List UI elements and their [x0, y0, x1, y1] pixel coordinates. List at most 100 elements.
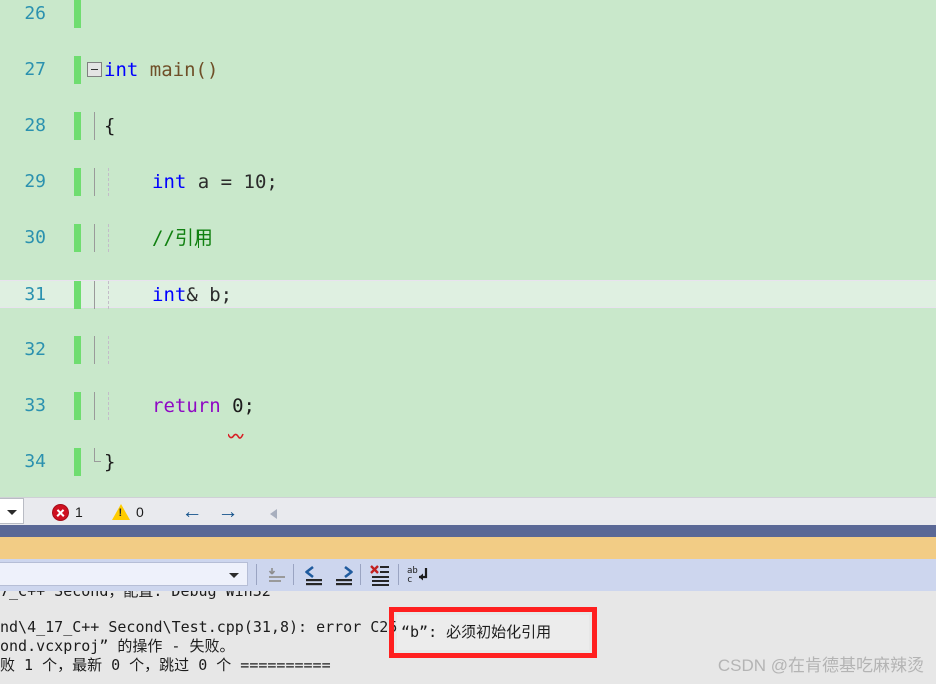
- warning-count-group[interactable]: 0: [112, 501, 144, 523]
- outline-column: [86, 112, 100, 140]
- change-indicator-bar: [74, 112, 81, 140]
- output-line: 7_C++ Second，配置: Debug Win32: [0, 591, 271, 600]
- line-number: 28: [24, 115, 46, 136]
- code-text: int main(): [104, 56, 218, 84]
- toolbar-separator: [398, 564, 399, 585]
- outline-column: [86, 448, 101, 476]
- next-error-button[interactable]: →: [212, 498, 244, 526]
- toolbar-separator: [293, 564, 294, 585]
- outline-column[interactable]: [86, 56, 102, 84]
- clear-all-icon: [370, 565, 389, 586]
- code-text: }: [104, 448, 115, 476]
- code-lines[interactable]: 26 27 int main() 28 { 29 int a = 10; 30 …: [0, 0, 936, 476]
- outline-column: [86, 281, 100, 309]
- change-indicator-bar: [74, 224, 81, 252]
- line-number: 32: [24, 339, 46, 360]
- output-source-dropdown[interactable]: [0, 562, 248, 586]
- svg-text:c: c: [407, 575, 412, 585]
- declaration-a: a = 10;: [186, 171, 278, 193]
- left-triangle-icon[interactable]: [270, 509, 277, 519]
- code-line-32[interactable]: 32: [0, 336, 936, 364]
- output-window-header-bar: [0, 537, 936, 559]
- chevron-down-icon: [7, 510, 17, 515]
- code-line-30[interactable]: 30 //引用: [0, 224, 936, 252]
- brace-close: }: [104, 451, 116, 473]
- code-line-29[interactable]: 29 int a = 10;: [0, 168, 936, 196]
- output-line: nd\4_17_C++ Second\Test.cpp(31,8): error…: [0, 618, 434, 636]
- line-number: 33: [24, 395, 46, 416]
- code-text: int a = 10;: [152, 168, 278, 196]
- toolbar-separator: [360, 564, 361, 585]
- reference-declaration-b: & b;: [186, 284, 233, 306]
- line-number: 34: [24, 451, 46, 472]
- outline-column: [86, 336, 100, 364]
- line-number: 29: [24, 171, 46, 192]
- indent-guide: [108, 392, 109, 420]
- panel-splitter[interactable]: [0, 525, 936, 537]
- outline-column: [86, 168, 100, 196]
- code-line-27[interactable]: 27 int main(): [0, 56, 936, 84]
- line-number: 30: [24, 227, 46, 248]
- change-indicator-bar: [74, 0, 81, 28]
- code-text: return 0;: [152, 392, 255, 420]
- error-highlight-rectangle: [389, 607, 597, 658]
- go-to-message-button[interactable]: [265, 563, 290, 587]
- error-filter-dropdown[interactable]: [0, 498, 24, 524]
- code-line-31[interactable]: 31 int& b;: [0, 280, 936, 439]
- collapse-minus-icon[interactable]: [87, 62, 102, 77]
- line-number: 26: [24, 3, 46, 24]
- code-text: //引用: [152, 224, 213, 252]
- code-line-26[interactable]: 26: [0, 0, 936, 28]
- keyword-return: return: [152, 395, 221, 417]
- outline-column: [86, 224, 100, 252]
- warning-triangle-icon: [112, 504, 130, 520]
- warning-count: 0: [136, 504, 144, 520]
- keyword-int: int: [104, 59, 139, 81]
- code-text: int& b;: [152, 281, 232, 309]
- arrow-right-lines-icon: [336, 565, 353, 586]
- code-editor[interactable]: 26 27 int main() 28 { 29 int a = 10; 30 …: [0, 0, 936, 497]
- change-indicator-bar: [74, 392, 81, 420]
- indent-guide: [108, 168, 109, 196]
- output-window-toolbar: ab c: [0, 559, 936, 591]
- error-list-status-strip: 1 0 ← →: [0, 497, 936, 525]
- code-text: {: [104, 112, 115, 140]
- error-count: 1: [75, 504, 83, 520]
- next-message-button[interactable]: [332, 563, 357, 587]
- change-indicator-bar: [74, 336, 81, 364]
- visual-studio-window: 26 27 int main() 28 { 29 int a = 10; 30 …: [0, 0, 936, 684]
- chevron-down-icon: [229, 573, 239, 578]
- outline-column: [86, 392, 100, 420]
- change-indicator-bar: [74, 448, 81, 476]
- error-count-group[interactable]: 1: [52, 501, 83, 523]
- code-line-34[interactable]: 34 }: [0, 448, 936, 476]
- text-caret: [198, 230, 199, 248]
- toolbar-separator: [256, 564, 257, 585]
- change-indicator-bar: [74, 56, 81, 84]
- arrow-left-lines-icon: [305, 565, 322, 586]
- error-squiggle-icon: [228, 433, 244, 439]
- keyword-int: int: [152, 171, 187, 193]
- toggle-word-wrap-button[interactable]: ab c: [406, 563, 431, 587]
- brace-open: {: [104, 115, 116, 137]
- output-line: 败 1 个，最新 0 个，跳过 0 个 ==========: [0, 656, 331, 674]
- previous-error-button[interactable]: ←: [176, 498, 208, 526]
- indent-guide: [108, 336, 109, 364]
- error-circle-icon: [52, 503, 69, 521]
- csdn-watermark: CSDN @在肯德基吃麻辣烫: [717, 656, 924, 675]
- previous-message-button[interactable]: [302, 563, 327, 587]
- indent-guide: [108, 281, 109, 309]
- indent-guide: [108, 224, 109, 252]
- comment-text: //引用: [152, 227, 213, 249]
- return-value: 0;: [220, 395, 255, 417]
- function-main: main(): [149, 59, 219, 81]
- line-number: 31: [24, 284, 46, 305]
- change-indicator-bar: [74, 281, 81, 309]
- line-number: 27: [24, 59, 46, 80]
- code-line-28[interactable]: 28 {: [0, 112, 936, 140]
- code-line-33[interactable]: 33 return 0;: [0, 392, 936, 420]
- go-to-message-icon: [268, 568, 285, 582]
- clear-all-button[interactable]: [368, 563, 393, 587]
- output-line: ond.vcxproj” 的操作 - 失败。: [0, 637, 235, 655]
